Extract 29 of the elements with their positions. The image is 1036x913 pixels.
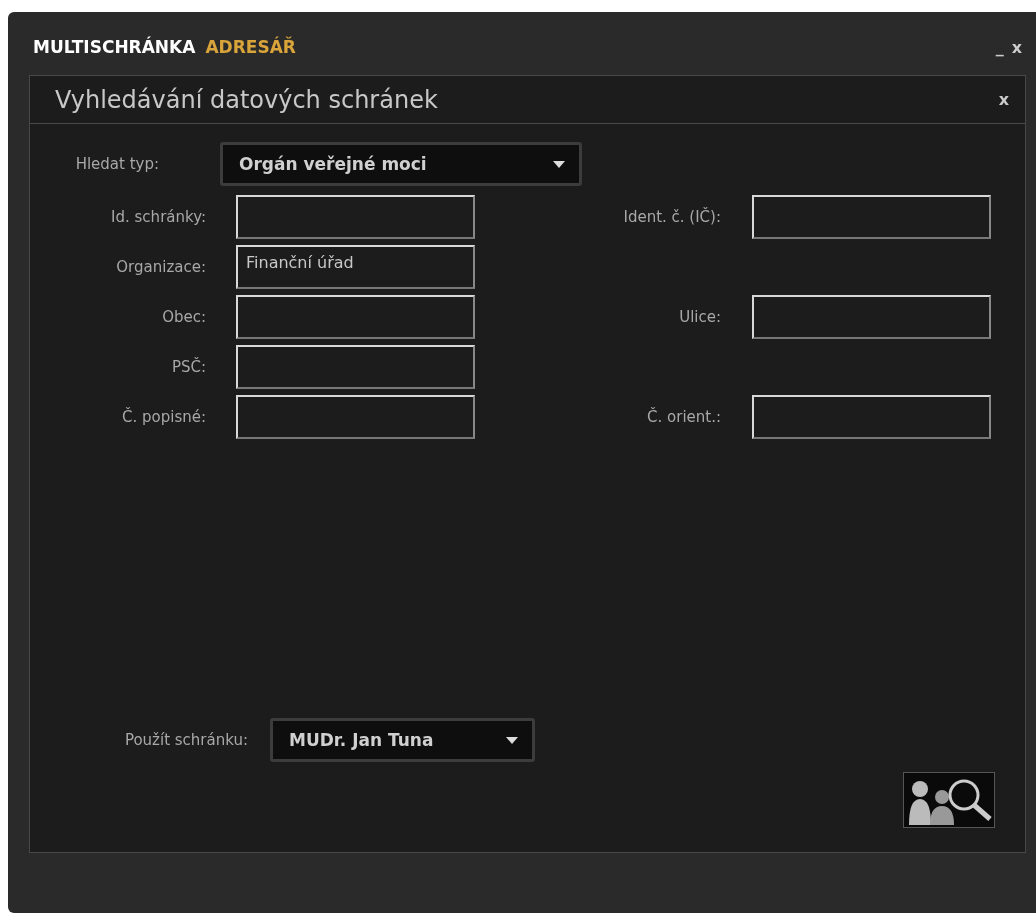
input-field[interactable] [236,395,475,439]
caret-icon [506,736,518,744]
field-label: Ulice: [678,308,721,326]
caret-icon [553,160,565,168]
input-field[interactable] [236,345,475,389]
input-field[interactable] [236,295,475,339]
input-field[interactable] [752,195,991,239]
input-field[interactable]: Finanční úřad [236,245,475,289]
app-subtitle: ADRESÁŘ [205,37,296,57]
input-field[interactable] [236,195,475,239]
field-label: Ident. č. (IČ): [622,208,721,226]
field-label: Obec: [161,308,206,326]
minimize-button[interactable]: _ [991,37,1008,57]
field-label: PSČ: [170,358,206,376]
field-label: Č. popisné: [121,408,206,426]
type-dropdown[interactable]: Orgán veřejné moci [220,142,582,186]
app-title: MULTISCHRÁNKA [33,37,196,57]
input-field[interactable] [752,395,991,439]
mailbox-dropdown[interactable]: MUDr. Jan Tuna [270,718,535,762]
input-field[interactable] [752,295,991,339]
close-button[interactable]: x [994,90,1013,109]
field-label: Č. orient.: [646,408,721,426]
panel-title: Vyhledávání datových schránek [55,85,438,114]
close-button[interactable]: x [1007,37,1026,57]
field-label: Použít schránku: [123,731,248,749]
search-button[interactable] [903,772,995,828]
field-label: Organizace: [115,258,206,276]
field-label: Id. schránky: [110,208,206,226]
field-label: Hledat typ: [74,155,159,173]
